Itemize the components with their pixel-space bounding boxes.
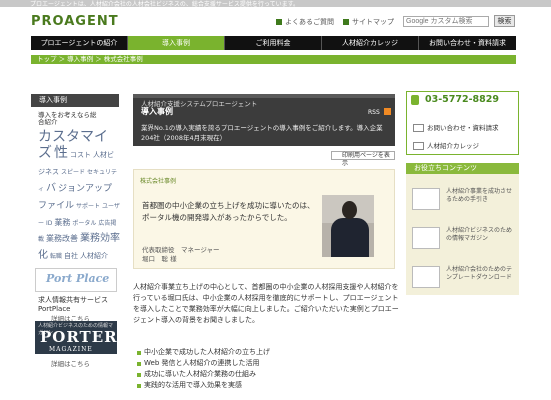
- tag-link[interactable]: ポータル: [72, 220, 96, 227]
- rss-icon[interactable]: [384, 108, 391, 115]
- print-button[interactable]: 印刷用ページを表示: [331, 151, 395, 167]
- article-title: 導入事例: [141, 107, 173, 116]
- tag-link[interactable]: 転職: [50, 253, 62, 260]
- portplace-banner[interactable]: Port Place: [35, 268, 117, 292]
- faq-link-label: よくあるご質問: [285, 18, 334, 26]
- sidebar-heading: 導入事例: [31, 94, 119, 107]
- portplace-text: 求人情報共有サービス PortPlace: [38, 296, 108, 314]
- porters-banner[interactable]: 人材紹介ビジネスのための情報マガジン PORTERS MAGAZINE: [35, 321, 128, 354]
- tag-link[interactable]: ジョンアップ: [58, 184, 112, 194]
- contact-link-label: お問い合わせ・資料請求: [427, 124, 499, 132]
- top-bar-text: プロエージェントは、人材紹介会社の人材会社ビジネスの、総合支援サービス提供を行っ…: [30, 1, 299, 8]
- site-logo[interactable]: PROAGENT: [31, 14, 119, 29]
- phone-icon: [411, 95, 419, 105]
- contents-list: 人材紹介事業を成功させるための手引き 人材紹介ビジネスのための情報マガジン 人材…: [406, 174, 519, 295]
- article-link[interactable]: 実践的な活用で導入効果を実感: [137, 380, 270, 391]
- nav-item-college[interactable]: 人材紹介カレッジ: [322, 36, 418, 50]
- tag-link[interactable]: ID: [46, 220, 52, 227]
- article-link[interactable]: Web 発信と人材紹介の連携した活用: [137, 358, 270, 369]
- sitemap-link[interactable]: サイトマップ: [343, 17, 394, 27]
- person-name: 堀口 聡 様: [142, 255, 177, 263]
- article-body: 人材紹介事業立ち上げの中心として、首都圏の中小企業の人材採用支援や人材紹介を行っ…: [133, 283, 399, 324]
- contact-box: 03-5772-8829 お問い合わせ・資料請求 人材紹介カレッジ: [406, 91, 519, 155]
- global-nav: プロエージェントの紹介 導入事例 ご利用料金 人材紹介カレッジ お問い合わせ・資…: [31, 36, 516, 50]
- nav-item-about[interactable]: プロエージェントの紹介: [31, 36, 127, 50]
- search-button[interactable]: 検索: [494, 15, 515, 27]
- college-link[interactable]: 人材紹介カレッジ: [413, 140, 479, 150]
- article-links: 中小企業で成功した人材紹介の立ち上げ Web 発信と人材紹介の連携した活用 成功…: [137, 347, 270, 391]
- square-bullet-icon: [343, 19, 349, 25]
- tag-list: カスタマイズ性コスト 人材ビジネス スピード セキュリティバジョンアップファイル サポー…: [38, 128, 120, 279]
- phone-number: 03-5772-8829: [425, 94, 499, 105]
- article-link[interactable]: 中小企業で成功した人材紹介の立ち上げ: [137, 347, 270, 358]
- square-bullet-icon: [276, 19, 282, 25]
- case-label: 株式会社事例: [140, 178, 177, 185]
- nav-item-contact[interactable]: お問い合わせ・資料請求: [419, 36, 516, 50]
- content-thumbnail[interactable]: [412, 227, 440, 249]
- tag-link[interactable]: コスト: [70, 151, 91, 159]
- portplace-text-line1: 求人情報共有サービス: [38, 296, 108, 304]
- envelope-icon: [413, 124, 424, 132]
- photo-head: [342, 201, 357, 219]
- tag-link[interactable]: スピード: [61, 169, 85, 176]
- tag-cloud: 導入をお考えなら総合紹介 カスタマイズ性コスト 人材ビジネス スピード セキュリティバ…: [38, 112, 120, 279]
- person-info: 代表取締役 マネージャー 堀口 聡 様: [142, 246, 220, 264]
- person-photo: [322, 195, 374, 257]
- nav-item-cases[interactable]: 導入事例: [128, 36, 224, 50]
- article-link[interactable]: 成功に導いた人材紹介業務の仕組み: [137, 369, 270, 380]
- tag-cloud-intro: 導入をお考えなら総合紹介: [38, 111, 97, 126]
- person-title: 代表取締役 マネージャー: [142, 246, 220, 254]
- tag-link[interactable]: 人材紹介: [80, 252, 108, 260]
- content-item-3[interactable]: 人材紹介会社のためのテンプレートダウンロード: [446, 266, 516, 282]
- tag-link[interactable]: 業務: [54, 218, 70, 227]
- tag-link[interactable]: バ: [46, 183, 56, 194]
- faq-link[interactable]: よくあるご質問: [276, 17, 334, 27]
- tag-link[interactable]: ファイル: [38, 201, 74, 211]
- porters-title: PORTERS: [40, 328, 130, 346]
- content-thumbnail[interactable]: [412, 188, 440, 210]
- nav-item-pricing[interactable]: ご利用料金: [225, 36, 321, 50]
- photo-suit: [331, 218, 369, 257]
- article-header: 人材紹介支援システムプロエージェント 導入事例 RSS 業界No.1の導入実績を…: [133, 94, 395, 146]
- rss-label[interactable]: RSS: [368, 109, 380, 116]
- contents-heading: お役立ちコンテンツ: [406, 163, 519, 174]
- content-item-2[interactable]: 人材紹介ビジネスのための情報マガジン: [446, 227, 516, 243]
- book-icon: [413, 142, 424, 150]
- case-catchcopy: 首都圏の中小企業の立ち上げを成功に導いたのは、ポータル機の開発導入があったからで…: [142, 201, 315, 222]
- portplace-logo: Port Place: [46, 272, 110, 285]
- content-thumbnail[interactable]: [412, 266, 440, 288]
- detail-link[interactable]: 詳細はこちら: [51, 358, 90, 368]
- breadcrumb[interactable]: トップ ＞ 導入事例 ＞ 株式会社事例: [31, 55, 516, 64]
- search-input[interactable]: [403, 16, 489, 27]
- top-bar: プロエージェントは、人材紹介会社の人材会社ビジネスの、総合支援サービス提供を行っ…: [0, 0, 551, 8]
- tag-link[interactable]: サポート: [76, 203, 100, 210]
- sitemap-link-label: サイトマップ: [352, 18, 394, 26]
- article-description: 業界No.1の導入実績を誇るプロエージェントの導入事例をご紹介します。導入企業2…: [141, 124, 383, 142]
- tag-link[interactable]: 業務改善: [46, 234, 78, 243]
- porters-subtitle: MAGAZINE: [49, 346, 93, 353]
- contact-link[interactable]: お問い合わせ・資料請求: [413, 122, 499, 132]
- tag-link[interactable]: 性: [54, 145, 68, 161]
- college-link-label: 人材紹介カレッジ: [427, 142, 479, 150]
- content-item-1[interactable]: 人材紹介事業を成功させるための手引き: [446, 188, 516, 204]
- tag-link[interactable]: 自社: [64, 252, 78, 260]
